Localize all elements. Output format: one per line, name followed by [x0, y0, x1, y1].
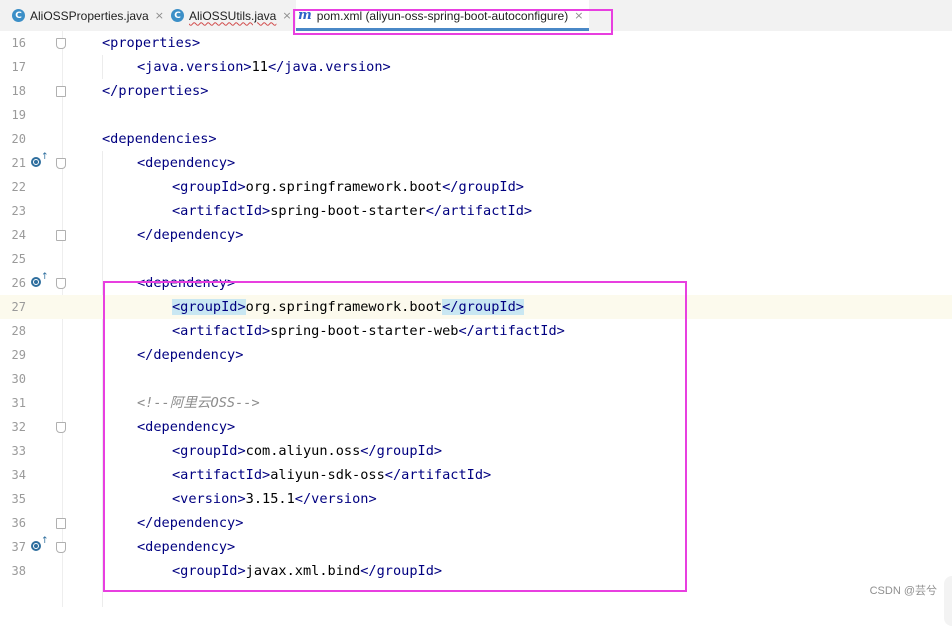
override-marker-icon[interactable]: ↑: [31, 536, 49, 554]
code-line[interactable]: 18 </properties>: [0, 79, 952, 103]
line-number: 28: [11, 324, 26, 338]
code-text: </properties>: [102, 83, 209, 99]
line-number: 18: [11, 84, 26, 98]
fold-icon[interactable]: [56, 38, 66, 49]
code-text: </dependency>: [137, 227, 244, 243]
line-number: 21: [11, 156, 26, 170]
code-line[interactable]: 23 <artifactId>spring-boot-starter</arti…: [0, 199, 952, 223]
fold-icon[interactable]: [56, 518, 66, 529]
line-number: 35: [11, 492, 26, 506]
code-line[interactable]: 20 <dependencies>: [0, 127, 952, 151]
java-class-icon: C: [171, 9, 184, 22]
line-number: 16: [11, 36, 26, 50]
fold-icon[interactable]: [56, 278, 66, 289]
code-line[interactable]: 25: [0, 247, 952, 271]
java-class-icon: C: [12, 9, 25, 22]
line-number: 24: [11, 228, 26, 242]
annotation-box-tab: [293, 9, 613, 35]
code-text: <dependencies>: [102, 131, 217, 147]
code-line[interactable]: 24 </dependency>: [0, 223, 952, 247]
line-number: 36: [11, 516, 26, 530]
code-text: <dependency>: [137, 155, 236, 171]
line-number: 38: [11, 564, 26, 578]
line-number: 19: [11, 108, 26, 122]
tab-label: AliOSSProperties.java: [30, 8, 149, 23]
watermark: CSDN @芸兮: [869, 585, 937, 597]
code-text: <artifactId>spring-boot-starter</artifac…: [172, 203, 533, 219]
code-line[interactable]: 22 <groupId>org.springframework.boot</gr…: [0, 175, 952, 199]
line-number: 17: [11, 60, 26, 74]
line-number: 32: [11, 420, 26, 434]
code-text: <properties>: [102, 35, 201, 51]
fold-icon[interactable]: [56, 86, 66, 97]
code-text: <groupId>org.springframework.boot</group…: [172, 179, 524, 195]
line-number: 26: [11, 276, 26, 290]
close-icon[interactable]: ×: [155, 9, 164, 22]
fold-icon[interactable]: [56, 230, 66, 241]
override-marker-icon[interactable]: ↑: [31, 272, 49, 290]
code-line[interactable]: 21 ↑ <dependency>: [0, 151, 952, 175]
tab-label: AliOSSUtils.java: [189, 8, 277, 23]
line-number: 37: [11, 540, 26, 554]
fold-icon[interactable]: [56, 542, 66, 553]
fold-icon[interactable]: [56, 158, 66, 169]
override-marker-icon[interactable]: ↑: [31, 152, 49, 170]
code-text: <java.version>11</java.version>: [137, 59, 391, 75]
annotation-box-dependencies: [103, 281, 687, 592]
tab-aliossproperties[interactable]: C AliOSSProperties.java ×: [12, 0, 164, 31]
fold-icon[interactable]: [56, 422, 66, 433]
code-line[interactable]: 17 <java.version>11</java.version>: [0, 55, 952, 79]
close-icon[interactable]: ×: [282, 9, 291, 22]
line-number: 23: [11, 204, 26, 218]
line-number: 20: [11, 132, 26, 146]
line-number: 25: [11, 252, 26, 266]
line-number: 22: [11, 180, 26, 194]
line-number: 33: [11, 444, 26, 458]
line-number: 31: [11, 396, 26, 410]
line-number: 27: [11, 300, 26, 314]
code-line[interactable]: 19: [0, 103, 952, 127]
line-number: 29: [11, 348, 26, 362]
tab-aliossutils[interactable]: C AliOSSUtils.java ×: [171, 0, 292, 31]
scroll-edge: [944, 576, 952, 626]
line-number: 34: [11, 468, 26, 482]
line-number: 30: [11, 372, 26, 386]
